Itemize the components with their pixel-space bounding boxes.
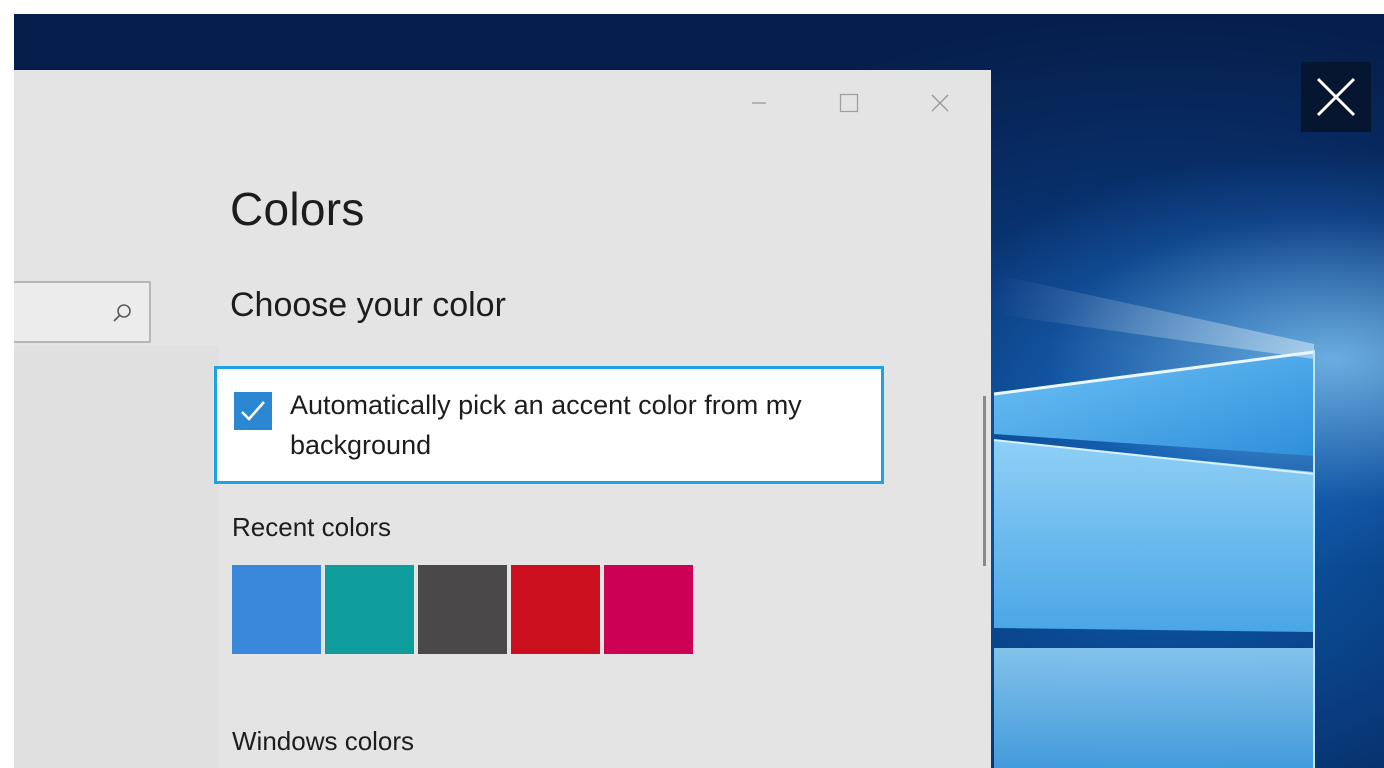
auto-accent-label: Automatically pick an accent color from … xyxy=(290,390,802,460)
color-swatch-5[interactable] xyxy=(604,565,693,654)
color-swatch-1[interactable] xyxy=(232,565,321,654)
close-button[interactable] xyxy=(917,86,963,120)
recent-colors-label: Recent colors xyxy=(232,512,391,542)
desktop-close-button[interactable] xyxy=(1301,62,1371,132)
search-icon xyxy=(113,304,131,322)
auto-accent-checkbox[interactable]: Automatically pick an accent color from … xyxy=(214,366,884,484)
navigation-pane-lower xyxy=(14,346,219,768)
checkbox-checked-indicator[interactable] xyxy=(234,392,272,430)
scrollbar-thumb[interactable] xyxy=(983,396,986,566)
screen-left-border xyxy=(0,0,14,768)
close-icon xyxy=(1316,77,1356,117)
color-swatch-3[interactable] xyxy=(418,565,507,654)
color-swatch-4[interactable] xyxy=(511,565,600,654)
recent-colors-swatches xyxy=(232,565,693,654)
search-input[interactable] xyxy=(14,281,151,343)
screen-top-border xyxy=(0,0,1384,14)
checkmark-icon xyxy=(241,401,265,421)
section-title: Choose your color xyxy=(230,286,506,324)
close-icon xyxy=(931,94,949,112)
maximize-icon xyxy=(839,93,859,113)
color-swatch-2[interactable] xyxy=(325,565,414,654)
maximize-button[interactable] xyxy=(826,86,872,120)
windows-colors-label: Windows colors xyxy=(232,726,415,756)
minimize-button[interactable] xyxy=(736,86,782,120)
minimize-icon xyxy=(752,102,766,104)
page-title: Colors xyxy=(230,183,365,235)
settings-window: Colors Choose your color Automatically p… xyxy=(14,70,991,768)
